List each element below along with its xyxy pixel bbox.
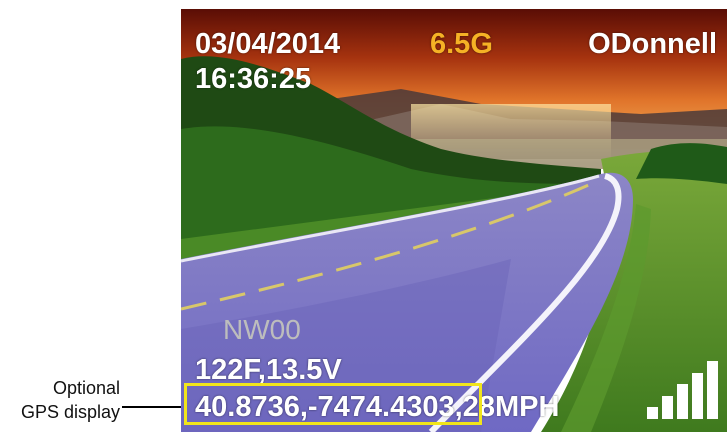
signal-bar-1 <box>647 407 658 419</box>
osd-date: 03/04/2014 <box>195 28 341 60</box>
signal-strength-icon <box>647 361 719 419</box>
camera-screenshot-figure: Optional GPS display 03/04/2014 16:36:25… <box>0 0 727 432</box>
osd-heading: NW00 <box>223 314 301 345</box>
signal-bar-4 <box>692 373 703 419</box>
dashcam-screen: 03/04/2014 16:36:25 6.5G ODonnell NW00 1… <box>181 9 727 432</box>
osd-temperature-voltage: 122F,13.5V <box>195 354 342 386</box>
gps-callout-pointer-line <box>122 406 184 408</box>
gps-callout-line1: Optional <box>52 378 120 398</box>
osd-driver-name: ODonnell <box>588 28 717 60</box>
gps-callout-line2: GPS display <box>20 402 120 422</box>
signal-bar-5 <box>707 361 718 419</box>
osd-time: 16:36:25 <box>195 63 312 95</box>
gps-highlight-box <box>184 383 482 425</box>
signal-bar-3 <box>677 384 688 419</box>
osd-g-force: 6.5G <box>430 28 493 60</box>
signal-bar-2 <box>662 396 673 419</box>
gps-callout-label: Optional GPS display <box>0 376 120 424</box>
